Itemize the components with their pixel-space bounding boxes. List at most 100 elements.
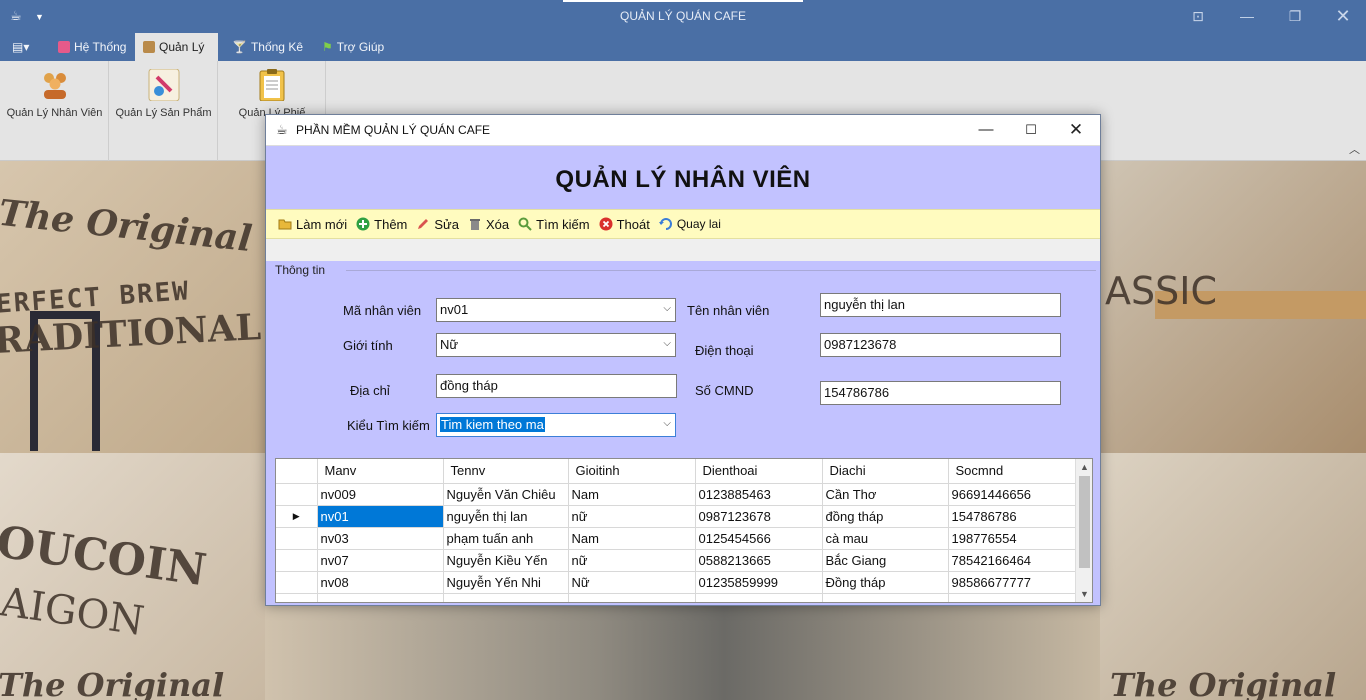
cell-empty[interactable] (568, 593, 696, 602)
cell-dienthoai[interactable]: 0125454566 (695, 527, 823, 550)
app-menu-button[interactable]: ▤▾ (4, 33, 37, 61)
table-row[interactable]: nv08 Nguyễn Yến Nhi Nữ 01235859999 Đồng … (276, 571, 1076, 594)
tab-he-thong[interactable]: Hệ Thống (50, 33, 134, 61)
cell-dienthoai[interactable]: 0123885463 (695, 483, 823, 506)
cell-tennv[interactable]: phạm tuấn anh (443, 527, 569, 550)
cell-manv[interactable]: nv01 (317, 505, 444, 528)
edit-button[interactable]: Sửa (416, 217, 459, 232)
cell-socmnd[interactable]: 98586677777 (948, 571, 1076, 594)
gender-combo[interactable]: Nữ ⌵ (436, 333, 676, 357)
exit-button[interactable]: Thoát (599, 217, 650, 232)
dialog-minimize-icon[interactable]: — (966, 119, 1006, 141)
cell-manv[interactable]: nv03 (317, 527, 444, 550)
refresh-button[interactable]: Làm mới (278, 217, 347, 232)
cell-socmnd[interactable]: 154786786 (948, 505, 1076, 528)
scroll-thumb[interactable] (1079, 476, 1090, 568)
cell-tennv[interactable]: Nguyễn Yến Nhi (443, 571, 569, 594)
tab-quan-ly[interactable]: Quản Lý (135, 33, 218, 61)
cell-gioitinh[interactable]: nữ (568, 549, 696, 572)
cell-empty[interactable] (822, 593, 949, 602)
dialog-title-bar: ☕ PHẦN MỀM QUẢN LÝ QUÁN CAFE — ☐ ✕ (266, 115, 1100, 146)
cell-gioitinh[interactable]: nữ (568, 505, 696, 528)
table-row-selected[interactable]: ▶ nv01 nguyễn thị lan nữ 0987123678 đồng… (276, 505, 1076, 528)
back-icon (658, 218, 672, 230)
chevron-down-icon[interactable]: ⌵ (663, 418, 671, 429)
address-label: Địa chỉ (350, 383, 390, 398)
column-header[interactable]: Tennv (443, 459, 569, 484)
column-header[interactable]: Manv (317, 459, 444, 484)
cell-empty[interactable] (443, 593, 569, 602)
toolbar-label: Thoát (616, 216, 650, 232)
table-row-new[interactable] (276, 593, 1076, 602)
column-header[interactable]: Socmnd (948, 459, 1076, 484)
cell-diachi[interactable]: đồng tháp (822, 505, 949, 528)
tab-thong-ke[interactable]: 🍸 Thống Kê (224, 33, 311, 61)
row-header[interactable] (276, 483, 318, 506)
search-type-combo[interactable]: Tim kiem theo ma ⌵ (436, 413, 676, 437)
cell-dienthoai[interactable]: 0987123678 (695, 505, 823, 528)
cell-tennv[interactable]: Nguyễn Văn Chiêu (443, 483, 569, 506)
collapse-ribbon-icon[interactable]: ︿ (1349, 141, 1360, 157)
table-row[interactable]: nv009 Nguyễn Văn Chiêu Nam 0123885463 Cầ… (276, 483, 1076, 506)
ribbon-tab-bar: ▤▾ Hệ Thống Quản Lý 🍸 Thống Kê ⚑ Trợ Giú… (0, 33, 1366, 61)
dialog-maximize-icon[interactable]: ☐ (1011, 119, 1051, 141)
cell-diachi[interactable]: Cần Thơ (822, 483, 949, 506)
chevron-down-icon[interactable]: ⌵ (663, 338, 671, 349)
cell-manv[interactable]: nv009 (317, 483, 444, 506)
row-header[interactable] (276, 549, 318, 572)
manage-invoices-button[interactable]: Quản Lý Phiế (218, 69, 326, 119)
row-header[interactable] (276, 571, 318, 594)
dialog-close-icon[interactable]: ✕ (1056, 119, 1096, 141)
cell-tennv[interactable]: Nguyễn Kiều Yến (443, 549, 569, 572)
cell-diachi[interactable]: Đồng tháp (822, 571, 949, 594)
ribbon-display-icon[interactable]: ⊡ (1186, 6, 1210, 26)
column-header[interactable]: Dienthoai (695, 459, 823, 484)
restore-icon[interactable]: ❐ (1283, 6, 1307, 26)
toolbar-label: Xóa (486, 216, 510, 232)
column-header[interactable]: Gioitinh (568, 459, 696, 484)
cell-socmnd[interactable]: 198776554 (948, 527, 1076, 550)
bg-text-original-bottom-right: The Original (1110, 666, 1337, 700)
bg-text-classic: ASSIC (1105, 269, 1217, 313)
cell-socmnd[interactable]: 78542166464 (948, 549, 1076, 572)
row-header[interactable] (276, 527, 318, 550)
search-button[interactable]: Tìm kiếm (518, 217, 590, 232)
address-field[interactable]: đồng tháp (436, 374, 677, 398)
tab-tro-giup[interactable]: ⚑ Trợ Giúp (314, 33, 392, 61)
manage-employees-button[interactable]: Quản Lý Nhân Viên (0, 69, 109, 119)
cell-empty[interactable] (948, 593, 1076, 602)
current-row-indicator-icon[interactable]: ▶ (276, 505, 318, 528)
scroll-up-icon[interactable]: ▲ (1076, 459, 1092, 475)
cell-tennv[interactable]: nguyễn thị lan (443, 505, 569, 528)
id-card-field[interactable]: 154786786 (820, 381, 1061, 405)
cell-empty[interactable] (695, 593, 823, 602)
cell-gioitinh[interactable]: Nam (568, 527, 696, 550)
add-button[interactable]: Thêm (356, 217, 407, 232)
cell-empty[interactable] (317, 593, 444, 602)
cell-gioitinh[interactable]: Nam (568, 483, 696, 506)
column-header[interactable]: Diachi (822, 459, 949, 484)
employee-name-field[interactable]: nguyễn thị lan (820, 293, 1061, 317)
phone-field[interactable]: 0987123678 (820, 333, 1061, 357)
delete-button[interactable]: Xóa (468, 217, 509, 232)
minimize-icon[interactable]: — (1235, 6, 1259, 26)
scroll-down-icon[interactable]: ▼ (1076, 586, 1092, 602)
cell-dienthoai[interactable]: 0588213665 (695, 549, 823, 572)
table-row[interactable]: nv07 Nguyễn Kiều Yến nữ 0588213665 Bắc G… (276, 549, 1076, 572)
cell-diachi[interactable]: cà mau (822, 527, 949, 550)
cell-gioitinh[interactable]: Nữ (568, 571, 696, 594)
cell-dienthoai[interactable]: 01235859999 (695, 571, 823, 594)
manage-products-button[interactable]: Quản Lý Sản Phẩm (109, 68, 218, 119)
employee-id-combo[interactable]: nv01 ⌵ (436, 298, 676, 322)
chevron-down-icon[interactable]: ⌵ (663, 303, 671, 314)
cell-manv[interactable]: nv07 (317, 549, 444, 572)
employee-table[interactable]: Manv Tennv Gioitinh Dienthoai Diachi Soc… (275, 458, 1093, 603)
back-button[interactable]: Quay lai (658, 217, 721, 231)
cell-socmnd[interactable]: 96691446656 (948, 483, 1076, 506)
close-icon[interactable]: ✕ (1331, 6, 1355, 26)
table-row[interactable]: nv03 phạm tuấn anh Nam 0125454566 cà mau… (276, 527, 1076, 550)
cell-diachi[interactable]: Bắc Giang (822, 549, 949, 572)
vertical-scrollbar[interactable]: ▲ ▼ (1075, 459, 1092, 602)
cell-manv[interactable]: nv08 (317, 571, 444, 594)
row-header[interactable] (276, 593, 318, 602)
